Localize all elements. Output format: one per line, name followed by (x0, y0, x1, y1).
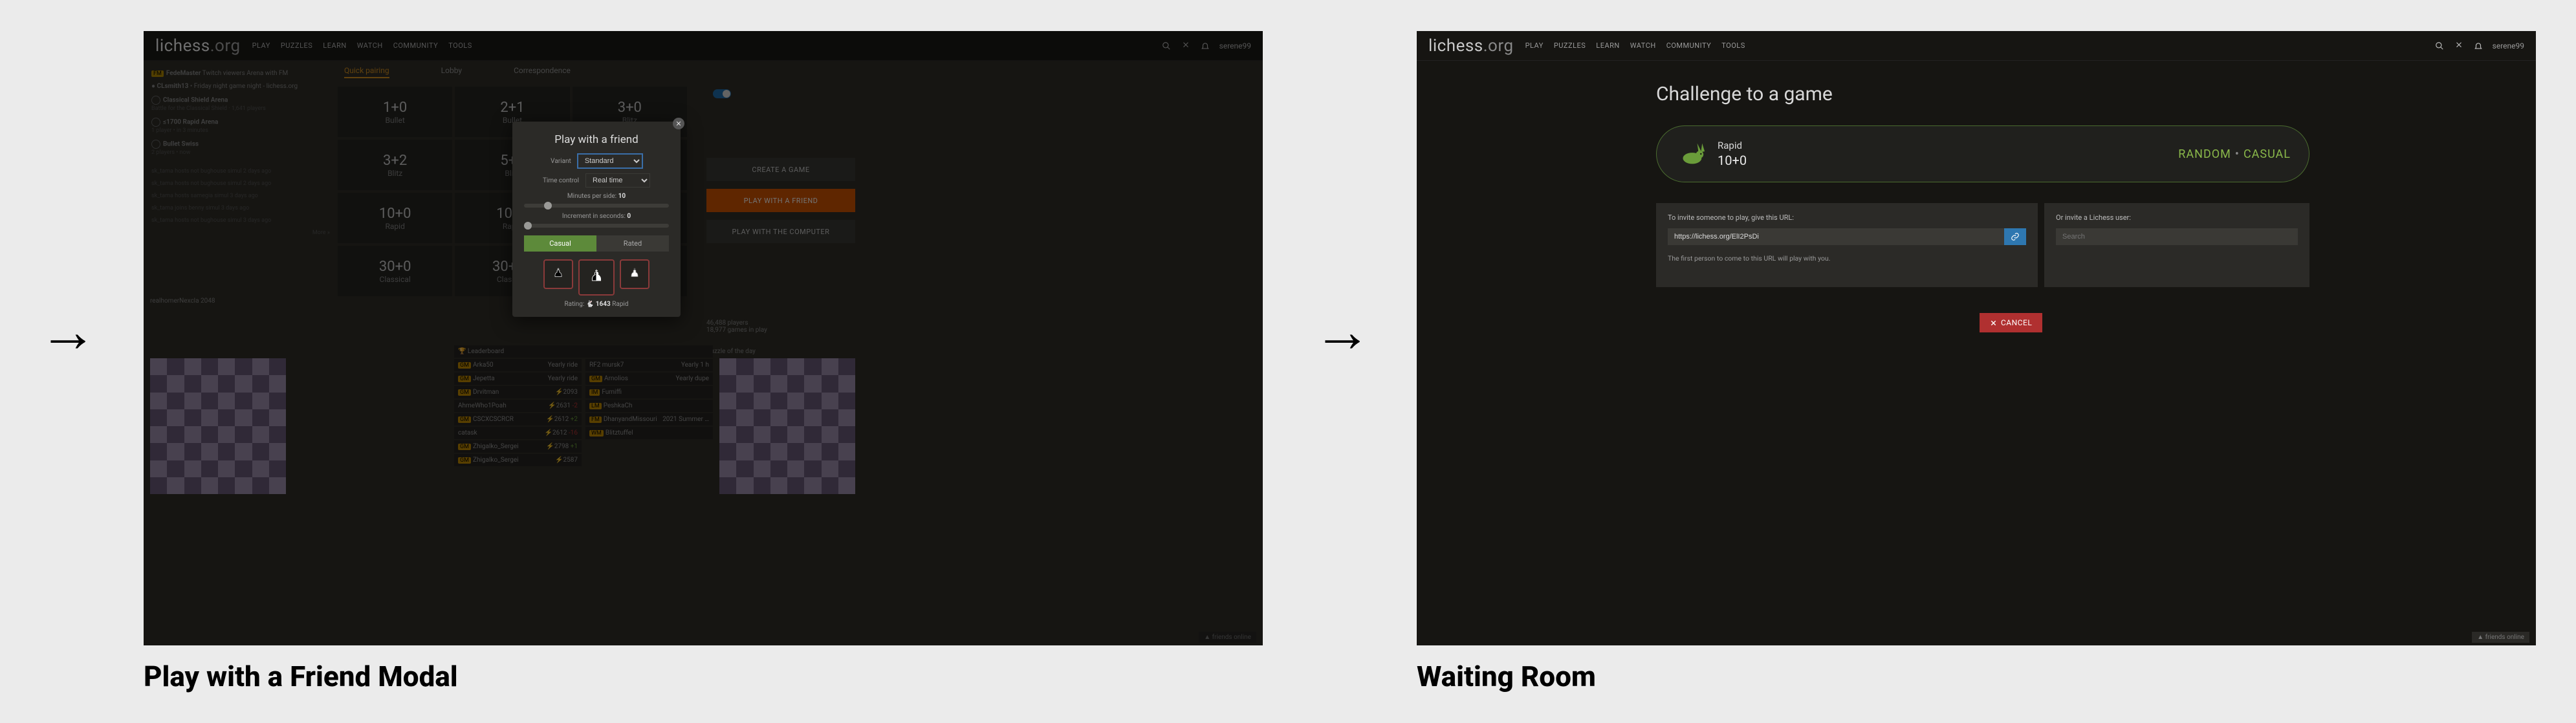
nav-community[interactable]: COMMUNITY (1666, 41, 1712, 50)
search-icon[interactable] (1161, 41, 1172, 51)
increment-label: Increment in seconds: 0 (524, 213, 669, 220)
players-count: 46,488 players (706, 319, 767, 327)
invite-user-hint: Or invite a Lichess user: (2056, 213, 2298, 222)
challenge-title: Challenge to a game (1656, 83, 1833, 105)
pill-mode: RANDOM•CASUAL (2178, 147, 2291, 161)
puzzle-board (719, 358, 855, 494)
nav-community[interactable]: COMMUNITY (393, 41, 439, 50)
tab-quick-pairing: Quick pairing (344, 66, 389, 78)
pill-timecontrol: 10+0 (1718, 153, 1747, 168)
invite-hint: To invite someone to play, give this URL… (1668, 213, 2026, 222)
games-count: 18,977 games in play (706, 327, 767, 334)
variant-select[interactable]: Standard (578, 154, 642, 168)
time-control-select[interactable]: Real time (585, 173, 650, 188)
caption-left: Play with a Friend Modal (144, 660, 458, 693)
rating-line: Rating: 🐇 1643 Rapid (524, 301, 669, 308)
logo[interactable]: lichess.org (155, 36, 241, 56)
color-random-button[interactable] (578, 259, 615, 296)
minutes-label: Minutes per side: 10 (524, 193, 669, 200)
cancel-button[interactable]: CANCEL (1980, 313, 2042, 332)
tv-board (150, 358, 286, 494)
challenges-icon[interactable] (2454, 41, 2464, 51)
challenges-icon[interactable] (1181, 41, 1191, 51)
nav-tools[interactable]: TOOLS (1721, 41, 1745, 50)
pill-variant: Rapid (1718, 140, 1747, 151)
copy-url-button[interactable] (2004, 228, 2026, 245)
color-white-button[interactable] (620, 259, 649, 289)
lobby-backdrop: FMFedeMaster Twitch viewers Arena with F… (144, 61, 1263, 645)
username[interactable]: serene99 (1219, 41, 1251, 50)
play-with-computer-button: PLAY WITH THE COMPUTER (706, 220, 855, 243)
tab-correspondence: Correspondence (514, 66, 571, 78)
search-icon[interactable] (2434, 41, 2445, 51)
caption-right: Waiting Room (1417, 660, 1596, 693)
rated-button[interactable]: Rated (596, 235, 669, 252)
time-control-label: Time control (543, 177, 579, 184)
friends-online: ▲ friends online (1199, 632, 1256, 643)
challenge-pill: Rapid 10+0 RANDOM•CASUAL (1656, 125, 2309, 182)
invite-user-panel: Or invite a Lichess user: (2044, 203, 2309, 287)
nav-learn[interactable]: LEARN (1596, 41, 1619, 50)
nav-watch[interactable]: WATCH (357, 41, 383, 50)
nav-puzzles[interactable]: PUZZLES (281, 41, 312, 50)
variant-label: Variant (551, 158, 571, 165)
bell-icon[interactable] (2473, 41, 2483, 51)
nav-watch[interactable]: WATCH (1630, 41, 1656, 50)
rapid-icon (1675, 138, 1706, 169)
arrow-right-icon: → (1313, 297, 1371, 365)
sound-toggle (713, 89, 731, 98)
arrow-right-icon: → (39, 297, 97, 365)
nav-learn[interactable]: LEARN (323, 41, 346, 50)
color-black-button[interactable] (543, 259, 573, 289)
tab-lobby: Lobby (441, 66, 462, 78)
username[interactable]: serene99 (2493, 41, 2524, 50)
invite-note: The first person to come to this URL wil… (1668, 254, 2026, 263)
modal-title: Play with a friend (524, 133, 669, 146)
screenshot-play-with-friend-modal: lichess.org PLAY PUZZLES LEARN WATCH COM… (144, 31, 1263, 645)
nav-play[interactable]: PLAY (1525, 41, 1544, 50)
casual-button[interactable]: Casual (524, 235, 596, 252)
play-with-friend-button: PLAY WITH A FRIEND (706, 189, 855, 212)
nav-play[interactable]: PLAY (252, 41, 270, 50)
top-nav: PLAY PUZZLES LEARN WATCH COMMUNITY TOOLS (252, 41, 472, 50)
increment-slider[interactable] (524, 224, 669, 228)
logo[interactable]: lichess.org (1428, 36, 1514, 56)
friends-online[interactable]: ▲ friends online (2472, 632, 2529, 643)
puzzle-of-day-label: Puzzle of the day (706, 348, 767, 355)
play-with-friend-modal: ✕ Play with a friend Variant Standard Ti… (512, 122, 681, 317)
minutes-slider[interactable] (524, 204, 669, 208)
close-button[interactable]: ✕ (673, 118, 684, 129)
create-game-button: CREATE A GAME (706, 158, 855, 181)
nav-tools[interactable]: TOOLS (448, 41, 472, 50)
top-nav: PLAY PUZZLES LEARN WATCH COMMUNITY TOOLS (1525, 41, 1745, 50)
invite-url-input[interactable] (1668, 228, 2004, 245)
bell-icon[interactable] (1200, 41, 1210, 51)
screenshot-waiting-room: lichess.org PLAY PUZZLES LEARN WATCH COM… (1417, 31, 2536, 645)
nav-puzzles[interactable]: PUZZLES (1554, 41, 1586, 50)
leaderboard: 🏆 LeaderboardGMArka50 Yearly rideGMJepet… (454, 345, 713, 468)
user-search-input[interactable] (2056, 228, 2298, 245)
invite-url-panel: To invite someone to play, give this URL… (1656, 203, 2038, 287)
